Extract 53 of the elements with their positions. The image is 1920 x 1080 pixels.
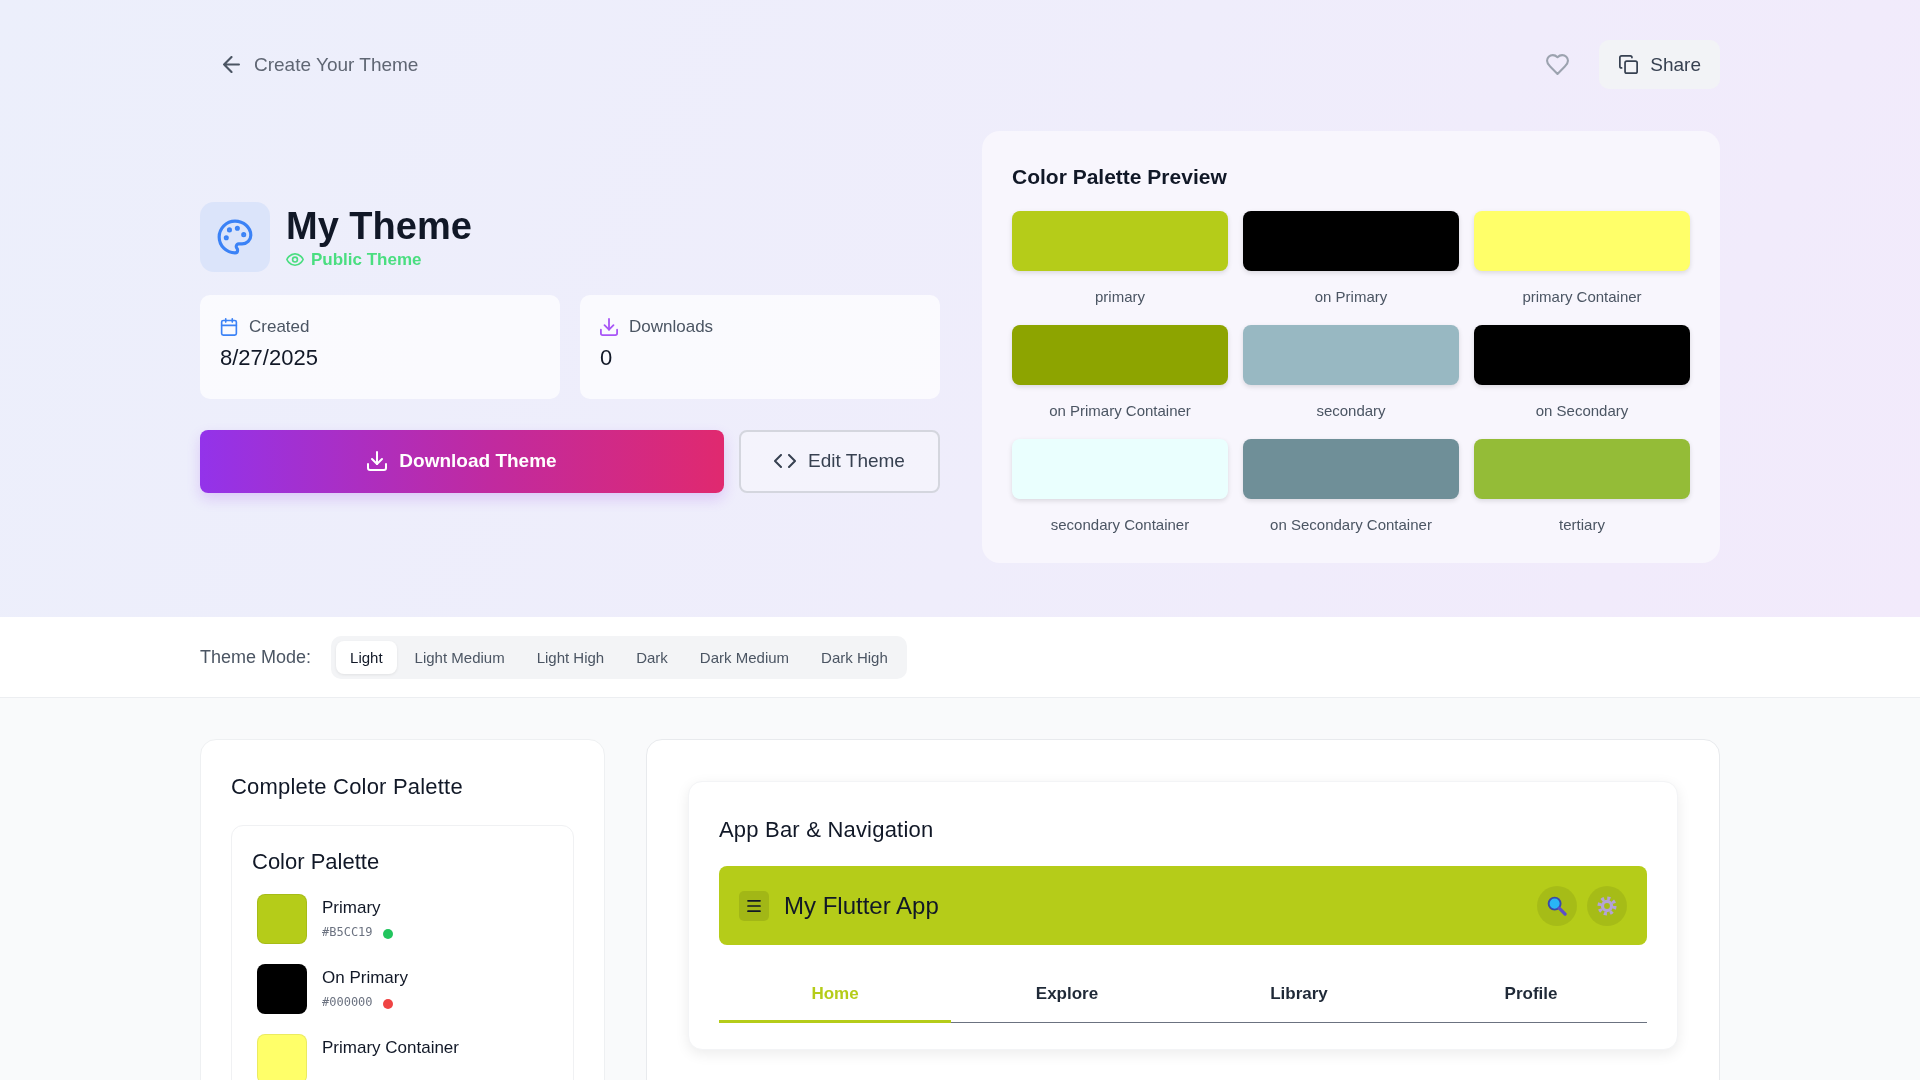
swatch-label: primary Container (1521, 287, 1643, 307)
back-link[interactable]: Create Your Theme (223, 53, 419, 76)
swatch-label: secondary (1315, 401, 1387, 421)
back-arrow-icon (223, 56, 240, 73)
menu-button[interactable] (739, 890, 769, 921)
search-button[interactable] (1537, 885, 1577, 926)
hex-code: #B5CC19 (322, 925, 373, 939)
swatch-label: on Primary Container (1048, 401, 1192, 421)
theme-title: My Theme (286, 203, 472, 248)
preview-title: Color Palette Preview (1012, 164, 1228, 190)
swatch-label: secondary Container (1049, 515, 1191, 535)
card-title: Complete Color Palette (231, 773, 464, 801)
stat-label: Downloads (629, 316, 714, 337)
stat-value: 0 (600, 344, 614, 371)
nav-tab[interactable]: Profile (1415, 967, 1647, 1023)
settings-icon (1597, 895, 1617, 916)
swatch-label: primary (1094, 287, 1146, 307)
code-icon (774, 454, 797, 468)
menu-icon (747, 899, 761, 912)
heart-icon[interactable] (1546, 54, 1570, 75)
palette-icon (200, 201, 270, 272)
card-title: Color Palette (252, 848, 381, 876)
card-title: App Bar & Navigation (719, 816, 935, 844)
visibility-label: Public Theme (311, 249, 422, 270)
color-name: On Primary (322, 967, 408, 989)
theme-mode-tab[interactable]: Light Medium (400, 640, 519, 674)
color-name: Primary Container (322, 1037, 459, 1059)
stat-label: Created (249, 316, 310, 337)
color-name: Primary (322, 897, 382, 919)
eye-icon (286, 253, 304, 266)
theme-mode-tab[interactable]: Light High (522, 640, 619, 674)
swatch-label: tertiary (1558, 515, 1606, 535)
copy-icon (1619, 55, 1639, 74)
theme-mode-tab[interactable]: Light (336, 640, 397, 674)
theme-mode-tab[interactable]: Dark (622, 640, 682, 674)
download-theme-button[interactable]: Download Theme (200, 429, 724, 493)
share-button[interactable]: Share (1599, 40, 1720, 89)
edit-theme-button[interactable]: Edit Theme (739, 429, 940, 493)
download-icon (367, 451, 388, 471)
theme-mode-label: Theme Mode: (200, 646, 312, 668)
search-icon (1547, 895, 1567, 916)
download-icon (600, 317, 618, 336)
hex-code: #000000 (322, 995, 373, 1009)
nav-tab[interactable]: Library (1183, 967, 1415, 1023)
theme-mode-tab[interactable]: Dark High (807, 640, 902, 674)
swatch-label: on Primary (1313, 287, 1389, 307)
nav-tab[interactable]: Explore (951, 967, 1183, 1023)
theme-mode-tab[interactable]: Dark Medium (685, 640, 804, 674)
swatch-label: on Secondary (1534, 401, 1630, 421)
stat-value: 8/27/2025 (220, 344, 319, 371)
app-title: My Flutter App (784, 891, 939, 920)
calendar-icon (220, 317, 238, 336)
swatch-label: on Secondary Container (1269, 515, 1433, 535)
